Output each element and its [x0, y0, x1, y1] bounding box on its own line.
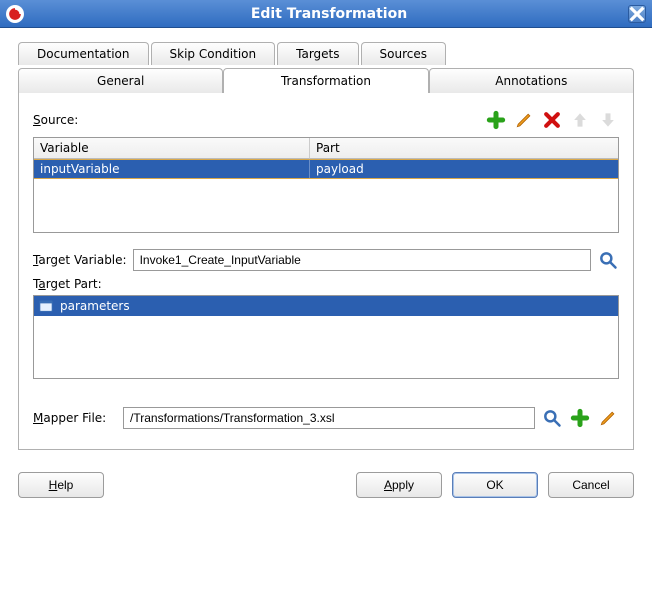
mapper-file-row: Mapper File:	[33, 407, 619, 429]
app-icon	[6, 5, 24, 23]
column-header-part[interactable]: Part	[310, 138, 618, 159]
table-row[interactable]: inputVariable payload	[34, 159, 618, 179]
mapper-file-field[interactable]	[123, 407, 535, 429]
tab-targets[interactable]: Targets	[277, 42, 358, 65]
list-item[interactable]: parameters	[34, 296, 618, 316]
add-icon[interactable]	[485, 109, 507, 131]
source-table[interactable]: Variable Part inputVariable payload	[33, 137, 619, 233]
delete-icon[interactable]	[541, 109, 563, 131]
add-mapper-icon[interactable]	[569, 407, 591, 429]
tab-transformation[interactable]: Transformation	[223, 68, 428, 93]
help-button[interactable]: Help	[18, 472, 104, 498]
column-header-variable[interactable]: Variable	[34, 138, 310, 159]
browse-target-variable-icon[interactable]	[597, 249, 619, 271]
dialog-title: Edit Transformation	[30, 6, 628, 22]
target-variable-field[interactable]	[133, 249, 591, 271]
target-part-section: Target Part: parameters	[33, 277, 619, 379]
cell-part: payload	[310, 160, 618, 178]
dialog-body: Documentation Skip Condition Targets Sou…	[0, 28, 652, 462]
move-down-icon	[597, 109, 619, 131]
tab-panel-transformation: Source:	[18, 92, 634, 450]
tab-annotations[interactable]: Annotations	[429, 68, 634, 93]
target-part-list[interactable]: parameters	[33, 295, 619, 379]
mapper-file-label: Mapper File:	[33, 411, 117, 425]
target-variable-label: Target Variable:	[33, 253, 127, 267]
edit-icon[interactable]	[513, 109, 535, 131]
button-bar: Help Apply OK Cancel	[0, 462, 652, 512]
tab-sources[interactable]: Sources	[361, 42, 446, 65]
tab-documentation[interactable]: Documentation	[18, 42, 149, 65]
cancel-button[interactable]: Cancel	[548, 472, 634, 498]
source-header-row: Source:	[33, 109, 619, 131]
source-table-header: Variable Part	[34, 138, 618, 159]
tab-general[interactable]: General	[18, 68, 223, 93]
source-label: Source:	[33, 113, 78, 127]
tab-skip-condition[interactable]: Skip Condition	[151, 42, 276, 65]
close-button[interactable]	[628, 5, 646, 23]
apply-button[interactable]: Apply	[356, 472, 442, 498]
list-item-label: parameters	[60, 299, 130, 313]
titlebar: Edit Transformation	[0, 0, 652, 28]
move-up-icon	[569, 109, 591, 131]
tabs-row-upper: Documentation Skip Condition Targets Sou…	[18, 42, 634, 65]
tabs-row-lower: General Transformation Annotations	[18, 68, 634, 93]
browse-mapper-icon[interactable]	[541, 407, 563, 429]
parameters-icon	[38, 298, 54, 314]
ok-button[interactable]: OK	[452, 472, 538, 498]
cell-variable: inputVariable	[34, 160, 310, 178]
target-part-label: Target Part:	[33, 277, 102, 291]
target-variable-row: Target Variable:	[33, 249, 619, 271]
source-toolbar	[485, 109, 619, 131]
edit-mapper-icon[interactable]	[597, 407, 619, 429]
